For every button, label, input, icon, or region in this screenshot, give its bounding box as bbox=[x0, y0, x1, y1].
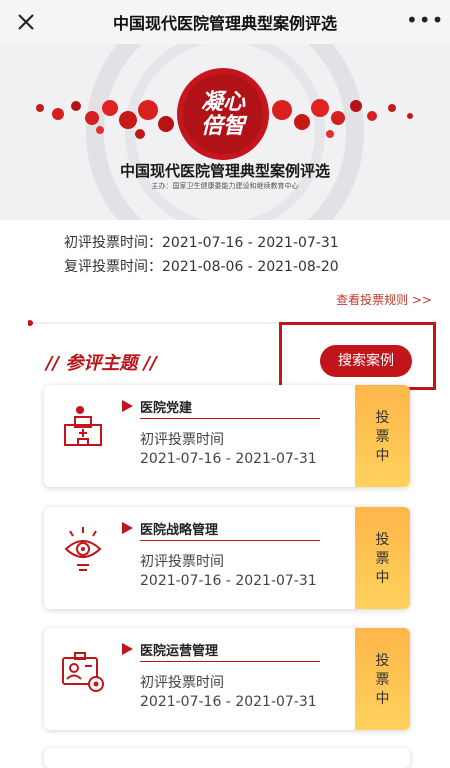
card-title: 医院战略管理 bbox=[121, 519, 218, 538]
page-title: 中国现代医院管理典型案例评选 bbox=[112, 14, 337, 33]
card-underline bbox=[140, 540, 320, 541]
card-title: 医院党建 bbox=[121, 397, 192, 416]
topic-card-strategy[interactable]: 医院战略管理 初评投票时间 2021-07-16 - 2021-07-31 投 … bbox=[44, 507, 410, 609]
card-underline bbox=[140, 661, 320, 662]
card-vote-dates: 2021-07-16 - 2021-07-31 bbox=[140, 573, 317, 589]
vote-rules-link[interactable]: 查看投票规则 >> bbox=[336, 291, 432, 308]
card-title: 医院运营管理 bbox=[121, 640, 218, 659]
banner-logo-text: 凝心 倍智 bbox=[200, 89, 245, 139]
card-vote-dates: 2021-07-16 - 2021-07-31 bbox=[140, 694, 317, 710]
banner: 凝心 倍智 中国现代医院管理典型案例评选 主办：国家卫生健康委能力建设和继续教育… bbox=[0, 44, 450, 220]
card-vote-label: 初评投票时间 bbox=[140, 432, 224, 448]
operations-id-gear-icon bbox=[62, 652, 104, 692]
topic-card-operations[interactable]: 医院运营管理 初评投票时间 2021-07-16 - 2021-07-31 投 … bbox=[44, 628, 410, 730]
card-underline bbox=[140, 418, 320, 419]
second-round-period: 复评投票时间：2021-08-06 - 2021-08-20 bbox=[64, 259, 339, 275]
topic-card-partial[interactable] bbox=[44, 748, 410, 768]
banner-title: 中国现代医院管理典型案例评选 bbox=[119, 162, 330, 180]
section-title: // 参评主题 // bbox=[46, 353, 157, 374]
strategy-eye-icon bbox=[64, 527, 102, 571]
voting-status-badge[interactable]: 投 票 中 bbox=[355, 385, 410, 487]
banner-subtitle: 主办：国家卫生健康委能力建设和继续教育中心 bbox=[151, 182, 299, 190]
more-icon[interactable]: ••• bbox=[406, 10, 443, 34]
voting-status-badge[interactable]: 投 票 中 bbox=[355, 628, 410, 730]
hospital-party-icon bbox=[64, 406, 102, 446]
card-vote-label: 初评投票时间 bbox=[140, 554, 224, 570]
voting-status-badge[interactable]: 投 票 中 bbox=[355, 507, 410, 609]
topic-card-party[interactable]: 医院党建 初评投票时间 2021-07-16 - 2021-07-31 投 票 … bbox=[44, 385, 410, 487]
highlight-box bbox=[279, 322, 436, 390]
nav-bar: 中国现代医院管理典型案例评选 ••• bbox=[0, 0, 450, 44]
first-round-period: 初评投票时间：2021-07-16 - 2021-07-31 bbox=[64, 235, 339, 251]
card-vote-label: 初评投票时间 bbox=[140, 675, 224, 691]
card-vote-dates: 2021-07-16 - 2021-07-31 bbox=[140, 451, 317, 467]
